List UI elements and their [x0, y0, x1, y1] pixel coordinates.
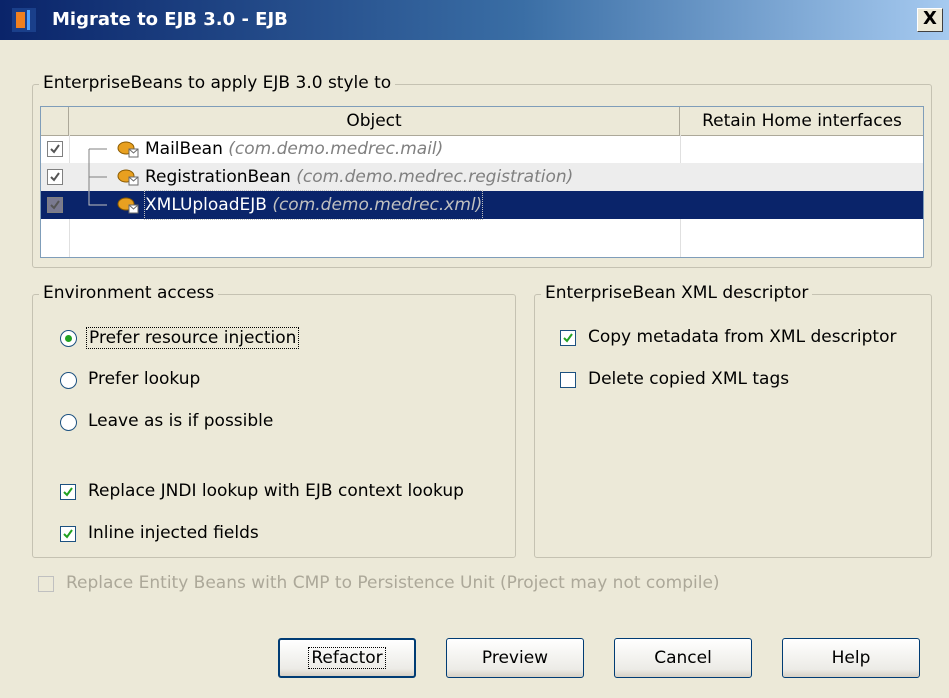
- bean-name: MailBean: [145, 139, 223, 159]
- radio-prefer-lookup[interactable]: [60, 372, 77, 389]
- row-checkbox[interactable]: [47, 141, 63, 157]
- copy-metadata-label[interactable]: Copy metadata from XML descriptor: [588, 327, 897, 347]
- radio-prefer-injection-label[interactable]: Prefer resource injection: [86, 327, 300, 349]
- refactor-button[interactable]: Refactor: [278, 638, 416, 678]
- checkmark-icon: [50, 200, 60, 210]
- radio-leave-as-is-label[interactable]: Leave as is if possible: [88, 411, 273, 431]
- checkmark-icon: [50, 144, 60, 154]
- header-check: [41, 107, 69, 135]
- beans-table: Object Retain Home interfaces MailBean (…: [40, 106, 924, 258]
- table-row[interactable]: XMLUploadEJB (com.demo.medrec.xml): [41, 190, 923, 220]
- header-retain-home[interactable]: Retain Home interfaces: [680, 107, 923, 135]
- bean-icon: [117, 141, 139, 158]
- delete-xml-tags-checkbox[interactable]: [560, 372, 576, 388]
- xml-descriptor-legend: EnterpriseBean XML descriptor: [541, 283, 813, 303]
- delete-xml-tags-label[interactable]: Delete copied XML tags: [588, 369, 789, 389]
- inline-fields-checkbox[interactable]: [60, 526, 76, 542]
- checkmark-icon: [50, 172, 60, 182]
- bean-name: XMLUploadEJB: [145, 195, 267, 215]
- row-checkbox[interactable]: [47, 197, 63, 213]
- help-button[interactable]: Help: [782, 638, 920, 678]
- table-row[interactable]: MailBean (com.demo.medrec.mail): [41, 135, 923, 163]
- replace-jndi-label[interactable]: Replace JNDI lookup with EJB context loo…: [88, 481, 464, 501]
- environment-legend: Environment access: [39, 283, 219, 303]
- checkmark-icon: [63, 529, 73, 539]
- row-checkbox[interactable]: [47, 169, 63, 185]
- table-row[interactable]: RegistrationBean (com.demo.medrec.regist…: [41, 163, 923, 191]
- window-title: Migrate to EJB 3.0 - EJB: [52, 9, 288, 30]
- copy-metadata-checkbox[interactable]: [560, 330, 576, 346]
- app-icon: [12, 8, 36, 32]
- inline-fields-label[interactable]: Inline injected fields: [88, 523, 259, 543]
- tree-connector-icon: [88, 148, 107, 163]
- cancel-button[interactable]: Cancel: [614, 638, 752, 678]
- replace-entity-checkbox: [38, 576, 54, 592]
- refactor-button-label: Refactor: [308, 647, 386, 669]
- replace-jndi-checkbox[interactable]: [60, 484, 76, 500]
- table-header: Object Retain Home interfaces: [41, 107, 923, 136]
- beans-group-legend: EnterpriseBeans to apply EJB 3.0 style t…: [39, 73, 396, 93]
- checkmark-icon: [563, 333, 573, 343]
- bean-package: (com.demo.medrec.xml): [272, 195, 483, 215]
- header-object[interactable]: Object: [69, 107, 680, 135]
- tree-connector-icon: [88, 163, 107, 191]
- bean-package: (com.demo.medrec.registration): [296, 167, 574, 187]
- bean-icon: [117, 169, 139, 186]
- replace-entity-label: Replace Entity Beans with CMP to Persist…: [66, 573, 720, 593]
- close-button[interactable]: X: [917, 8, 943, 32]
- title-bar: Migrate to EJB 3.0 - EJB X: [0, 0, 949, 40]
- bean-icon: [117, 197, 139, 214]
- radio-prefer-injection[interactable]: [60, 330, 77, 347]
- bean-name: RegistrationBean: [145, 167, 291, 187]
- preview-button[interactable]: Preview: [446, 638, 584, 678]
- checkmark-icon: [63, 487, 73, 497]
- bean-package: (com.demo.medrec.mail): [228, 139, 444, 159]
- tree-connector-icon: [88, 191, 107, 206]
- radio-leave-as-is[interactable]: [60, 414, 77, 431]
- radio-prefer-lookup-label[interactable]: Prefer lookup: [88, 369, 200, 389]
